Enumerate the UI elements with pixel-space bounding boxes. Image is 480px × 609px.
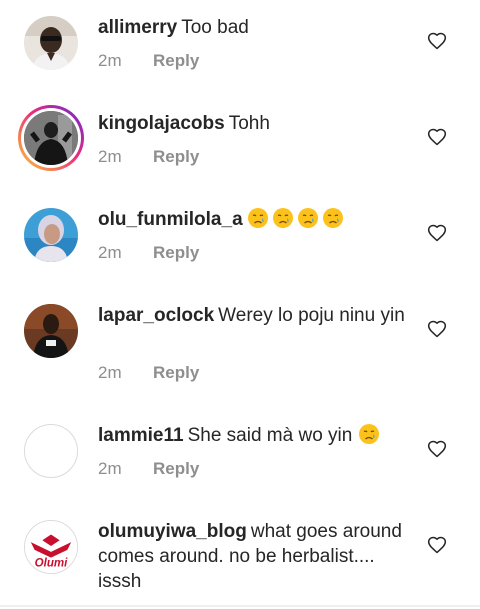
avatar-logo-text: Olumi	[35, 557, 69, 569]
heart-outline-icon[interactable]	[427, 535, 447, 555]
heart-outline-icon[interactable]	[427, 223, 447, 243]
crying-face-emoji	[272, 207, 294, 229]
comment-meta: 2m Reply	[98, 243, 199, 263]
avatar-logo[interactable]: Olumi	[24, 520, 78, 574]
comment-time: 2m	[98, 363, 122, 382]
crying-face-emoji	[247, 207, 269, 229]
avatar-ring-inner	[21, 108, 81, 168]
crying-face-emoji	[297, 207, 319, 229]
reply-button[interactable]: Reply	[153, 363, 199, 382]
reply-button[interactable]: Reply	[153, 51, 199, 70]
comment-username[interactable]: lammie11	[98, 425, 184, 446]
reply-button[interactable]: Reply	[153, 459, 199, 478]
comment-text: lapar_oclock Werey lo poju ninu yin	[98, 303, 408, 328]
comment-text: allimerry Too bad	[98, 15, 408, 40]
comment-body: Too bad	[181, 17, 249, 38]
heart-outline-icon[interactable]	[427, 439, 447, 459]
comment-username[interactable]: allimerry	[98, 17, 177, 38]
comment-time: 2m	[98, 51, 122, 70]
comment-username[interactable]: kingolajacobs	[98, 113, 225, 134]
comment-text: lammie11 She said mà wo yin	[98, 423, 408, 448]
crying-face-emoji	[358, 423, 380, 445]
heart-outline-icon[interactable]	[427, 319, 447, 339]
comment-body: She said mà wo yin	[187, 425, 353, 446]
comment-text: olu_funmilola_a	[98, 207, 408, 232]
comment-text: olumuyiwa_blog what goes around comes aro…	[98, 519, 408, 594]
comment-meta: 2m Reply	[98, 147, 199, 167]
avatar[interactable]	[24, 16, 78, 70]
comment-text: kingolajacobs Tohh	[98, 111, 408, 136]
avatar[interactable]	[24, 304, 78, 358]
comment-meta: 2m Reply	[98, 459, 199, 479]
comment-meta: 2m Reply	[98, 51, 199, 71]
comment-time: 2m	[98, 147, 122, 166]
heart-outline-icon[interactable]	[427, 31, 447, 51]
reply-button[interactable]: Reply	[153, 243, 199, 262]
avatar[interactable]	[24, 208, 78, 262]
comment-username[interactable]: olumuyiwa_blog	[98, 521, 247, 542]
avatar	[24, 111, 78, 165]
divider	[0, 605, 480, 607]
comment-body: Werey lo poju ninu yin	[218, 305, 405, 326]
avatar-story-ring[interactable]	[18, 105, 84, 171]
avatar[interactable]	[24, 424, 78, 478]
heart-outline-icon[interactable]	[427, 127, 447, 147]
comment-username[interactable]: olu_funmilola_a	[98, 209, 243, 230]
comment-meta: 2m Reply	[98, 363, 199, 383]
reply-button[interactable]: Reply	[153, 147, 199, 166]
comment-body: Tohh	[228, 113, 270, 134]
comment-time: 2m	[98, 459, 122, 478]
comment-time: 2m	[98, 243, 122, 262]
crying-face-emoji	[322, 207, 344, 229]
comment-username[interactable]: lapar_oclock	[98, 305, 214, 326]
